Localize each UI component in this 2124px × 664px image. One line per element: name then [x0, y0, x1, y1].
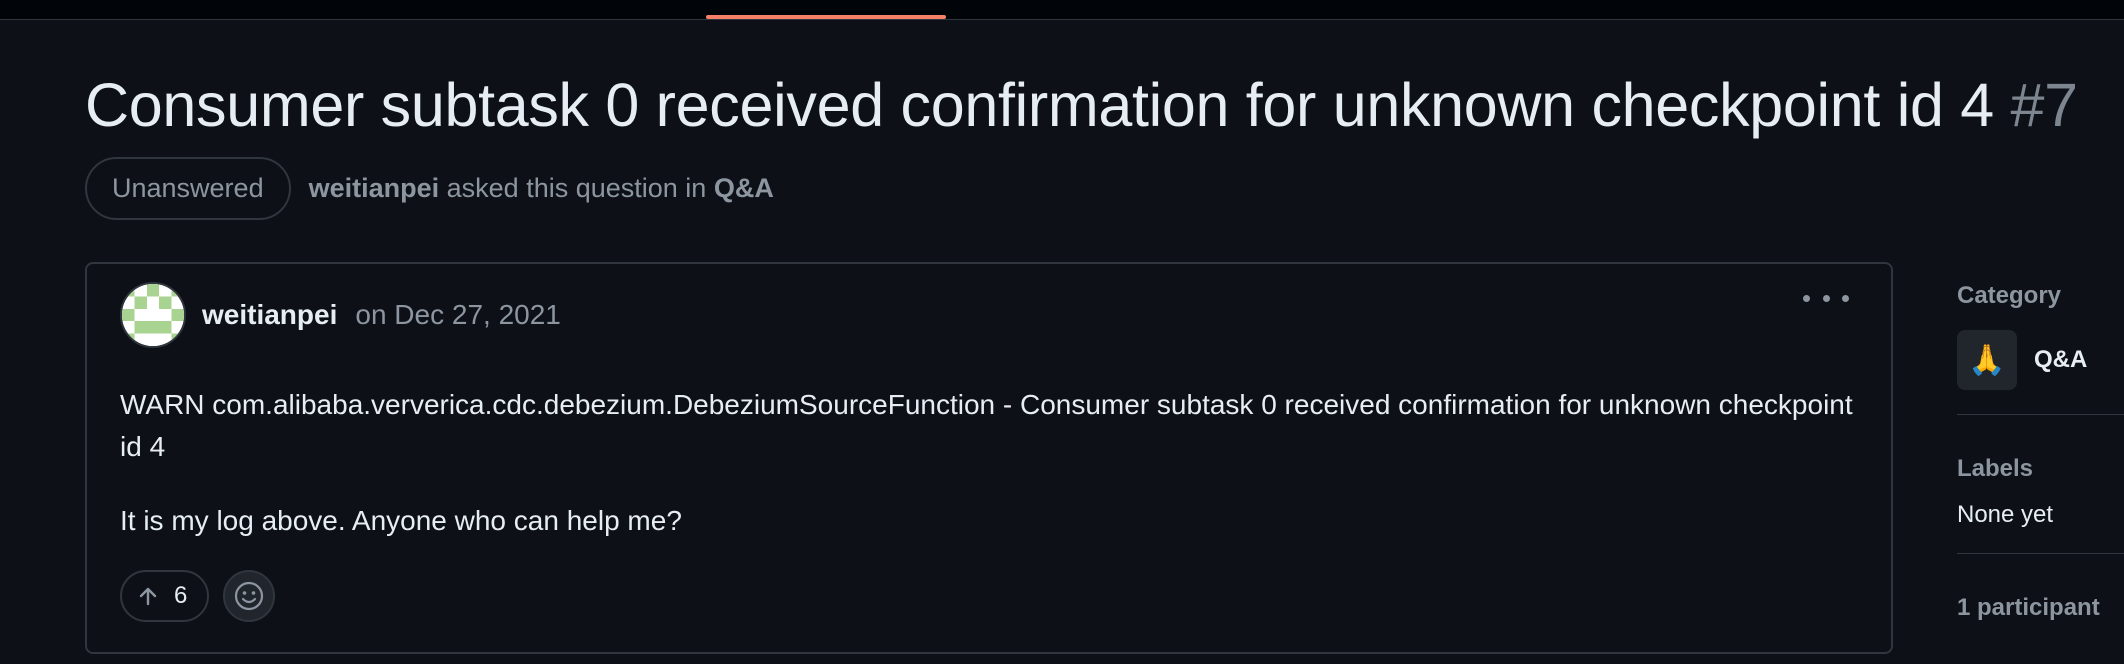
add-reaction-button[interactable] [223, 570, 276, 622]
comment-reactions: 6 [120, 570, 276, 622]
active-tab-indicator [706, 15, 946, 19]
unanswered-badge: Unanswered [85, 156, 291, 220]
kebab-horizontal-icon[interactable] [1803, 286, 1849, 310]
identicon-icon [122, 284, 184, 346]
comment-author[interactable]: weitianpei [202, 299, 337, 331]
arrow-up-icon [139, 587, 157, 606]
dot [1822, 294, 1830, 302]
labels-value: None yet [1957, 501, 2054, 528]
discussion-sidebar: Category 🙏 Q&A Labels None yet 1 partici… [1957, 282, 2124, 622]
top-nav-bar [0, 0, 2124, 20]
comment-header: weitianpei on Dec 27, 2021 [120, 282, 561, 348]
labels-heading: Labels [1957, 455, 2034, 482]
category-item[interactable]: 🙏 Q&A [1957, 330, 2124, 390]
discussion-meta: Unanswered weitianpei asked this questio… [85, 156, 774, 220]
dot [1842, 294, 1849, 302]
discussion-title: Consumer subtask 0 received confirmation… [85, 70, 2078, 140]
dot [1803, 294, 1810, 302]
upvote-button[interactable]: 6 [120, 570, 210, 622]
comment-body: WARN com.alibaba.ververica.cdc.debezium.… [120, 384, 1860, 574]
comment-date[interactable]: on Dec 27, 2021 [355, 299, 561, 331]
category-name: Q&A [2034, 346, 2088, 373]
divider [1957, 553, 2124, 554]
discussion-comment: weitianpei on Dec 27, 2021 WARN com.alib… [85, 262, 1893, 654]
pray-emoji-icon: 🙏 [1957, 330, 2017, 390]
participants-heading: 1 participant [1957, 594, 2100, 621]
discussion-number: #7 [2010, 71, 2079, 139]
upvote-count: 6 [174, 582, 188, 609]
discussion-title-text: Consumer subtask 0 received confirmation… [85, 71, 1994, 139]
divider [1957, 414, 2124, 415]
avatar[interactable] [120, 282, 186, 348]
comment-log-line: WARN com.alibaba.ververica.cdc.debezium.… [120, 389, 1853, 462]
category-link[interactable]: Q&A [714, 173, 774, 203]
category-heading: Category [1957, 282, 2062, 309]
asked-by-line: weitianpei asked this question in Q&A [309, 173, 774, 204]
smiley-icon [235, 581, 264, 611]
author-link[interactable]: weitianpei [309, 173, 440, 203]
asked-text: asked this question in [446, 172, 707, 203]
comment-question: It is my log above. Anyone who can help … [120, 505, 682, 536]
